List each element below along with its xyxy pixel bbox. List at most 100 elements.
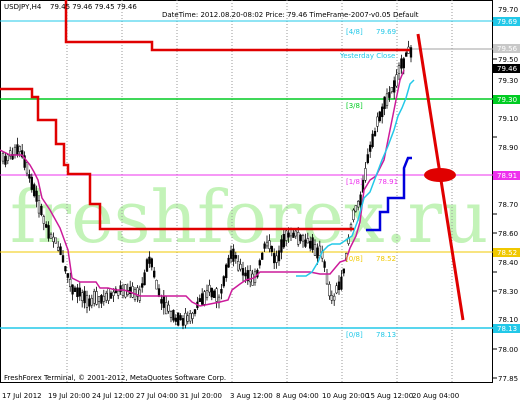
svg-text:79.69: 79.69 <box>497 18 517 26</box>
svg-text:79.46: 79.46 <box>497 65 518 73</box>
candle-body <box>76 287 79 298</box>
candle-body <box>373 130 377 136</box>
candle-body <box>33 184 36 197</box>
candle-body <box>109 292 113 299</box>
candle-body <box>378 111 381 122</box>
candle-body <box>222 276 225 287</box>
indicator-info: DateTime: 2012.08.20-08:02 Price: 79.46 … <box>162 11 419 19</box>
candle-body <box>40 206 43 216</box>
candle-body <box>165 302 168 315</box>
x-tick-label: 27 Jul 04:00 <box>136 392 178 400</box>
candle-body <box>313 244 317 256</box>
candle-body <box>160 299 163 304</box>
candle-body <box>4 156 7 165</box>
candle-body <box>213 290 216 298</box>
candle-body <box>280 239 283 253</box>
x-tick-label: 19 Jul 20:00 <box>48 392 90 400</box>
level-value-78-52: 78.52 <box>376 255 396 263</box>
candle-body <box>121 290 125 296</box>
candle-body <box>393 80 396 93</box>
candle-body <box>409 47 413 58</box>
candle-body <box>54 237 57 244</box>
candle-body <box>330 295 333 301</box>
y-tick-label: 78.60 <box>498 230 518 238</box>
candle-body <box>97 296 101 302</box>
candle-body <box>153 270 156 278</box>
candle-body <box>388 92 391 98</box>
candle-body <box>45 224 48 228</box>
candle-body <box>174 317 177 322</box>
svg-text:79.56: 79.56 <box>497 45 518 53</box>
candle-body <box>251 273 254 286</box>
candle-body <box>397 65 401 74</box>
y-tick-label: 78.70 <box>498 201 518 209</box>
candle-body <box>83 290 86 304</box>
candle-body <box>364 168 367 181</box>
candle-body <box>143 272 146 286</box>
x-tick-label: 3 Aug 12:00 <box>230 392 273 400</box>
candle-body <box>292 232 295 238</box>
candle-body <box>381 106 384 118</box>
candle-body <box>167 304 170 312</box>
symbol-label: USDJPY,H4 <box>4 3 42 11</box>
candle-body <box>1 152 5 162</box>
candle-body <box>95 291 98 305</box>
candle-body <box>78 287 81 297</box>
candle-body <box>49 233 53 239</box>
candle-body <box>225 264 228 279</box>
candle-body <box>342 268 345 274</box>
candle-body <box>105 292 108 301</box>
x-tick-label: 24 Jul 12:00 <box>92 392 134 400</box>
candle-body <box>141 283 144 288</box>
candle-body <box>352 209 355 221</box>
svg-text:78.13: 78.13 <box>497 325 517 333</box>
candle-body <box>90 297 93 306</box>
price-tag-78-13: 78.13 <box>493 324 520 333</box>
candle-body <box>261 252 264 260</box>
candle-body <box>369 144 372 152</box>
candle-body <box>309 240 312 249</box>
candle-body <box>301 235 305 242</box>
candle-body <box>383 96 386 109</box>
candle-body <box>232 248 235 262</box>
candle-body <box>28 174 31 179</box>
candle-body <box>357 201 360 208</box>
candle-body <box>186 315 189 322</box>
candle-body <box>237 261 240 271</box>
candle-body <box>71 284 74 295</box>
y-tick-label: 78.90 <box>498 144 518 152</box>
y-tick-label: 79.70 <box>498 6 518 14</box>
y-tick-label: 78.10 <box>498 316 518 324</box>
candle-body <box>304 239 307 247</box>
candle-body <box>337 281 341 291</box>
candle-body <box>35 190 38 202</box>
candle-body <box>287 232 290 238</box>
candle-body <box>172 309 175 321</box>
candle-body <box>13 146 17 155</box>
candle-body <box>208 284 211 293</box>
candle-body <box>112 291 115 296</box>
candle-body <box>85 294 89 308</box>
ohlc-label: 79.45 79.46 79.45 79.46 <box>50 3 137 11</box>
candle-body <box>155 279 158 290</box>
x-tick-label: 17 Jul 2012 <box>2 392 42 400</box>
price-tag-78-52: 78.52 <box>493 248 520 257</box>
candle-body <box>16 144 19 155</box>
x-tick-label: 20 Aug 04:00 <box>412 392 459 400</box>
level-value-78-13: 78.13 <box>376 331 396 339</box>
candle-body <box>198 298 201 302</box>
candle-body <box>400 58 403 69</box>
svg-text:78.91: 78.91 <box>497 172 517 180</box>
candle-body <box>258 260 261 266</box>
candle-body <box>249 270 252 283</box>
candle-body <box>316 247 319 259</box>
candle-body <box>18 146 21 153</box>
candle-body <box>66 273 69 278</box>
target-ellipse <box>424 168 456 182</box>
candle-body <box>385 93 389 106</box>
x-tick-label: 10 Aug 20:00 <box>322 392 369 400</box>
candle-body <box>405 52 408 57</box>
price-tag-79-69: 79.69 <box>493 17 520 26</box>
level-label-1-8: [1/8] <box>346 178 363 186</box>
price-tag-79-56: 79.56 <box>493 44 520 53</box>
